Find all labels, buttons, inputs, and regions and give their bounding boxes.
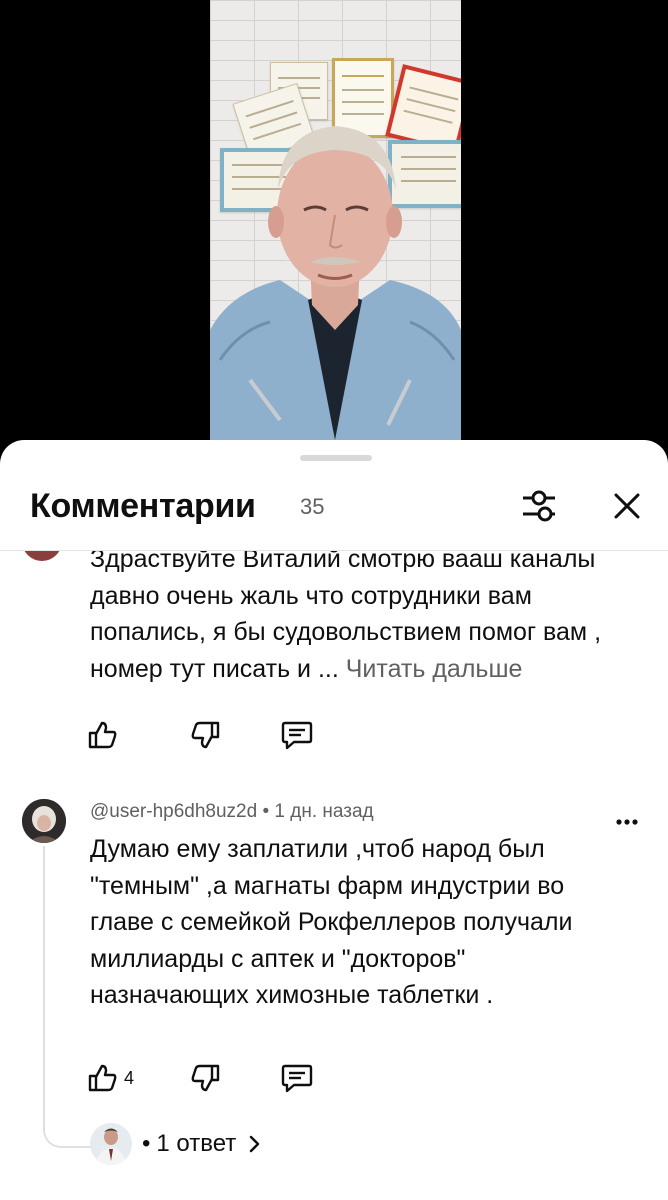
more-horizontal-icon (616, 819, 638, 825)
meta-separator: • (262, 801, 270, 822)
comment-author[interactable]: @user-hp6dh8uz2d (90, 801, 257, 822)
comments-header: Комментарии 35 (0, 470, 668, 550)
reply-button[interactable] (280, 715, 314, 755)
close-button[interactable] (603, 482, 651, 530)
comment-text: Здраствуйте Виталий смотрю вааш каналы д… (90, 551, 630, 687)
video-frame[interactable] (210, 0, 461, 450)
comment-time: 1 дн. назад (274, 801, 374, 822)
comments-sheet: Комментарии 35 Здраствуйте Виталий смотр… (0, 440, 668, 1200)
thumbs-down-icon (191, 1064, 220, 1092)
avatar[interactable] (22, 799, 66, 843)
read-more-link[interactable]: Читать дальше (346, 655, 523, 683)
comments-list[interactable]: Здраствуйте Виталий смотрю вааш каналы д… (0, 551, 668, 1200)
like-button[interactable] (86, 715, 124, 755)
filter-button[interactable] (515, 482, 563, 530)
replies-count-label: 1 ответ (156, 1130, 237, 1157)
speaker-person (210, 126, 461, 450)
reply-comment-icon (281, 1064, 313, 1093)
drag-handle[interactable] (300, 455, 372, 461)
comment-meta: @user-hp6dh8uz2d • 1 дн. назад (90, 799, 374, 825)
replies-dot: • (142, 1130, 151, 1157)
thumbs-up-icon (88, 721, 117, 749)
view-replies-link[interactable]: • 1 ответ (138, 1122, 264, 1166)
comments-count: 35 (300, 494, 325, 519)
thumbs-down-icon (191, 721, 220, 749)
reply-button[interactable] (280, 1058, 314, 1098)
comment-text: Думаю ему заплатили ,чтоб народ был "тем… (90, 835, 573, 1009)
like-button[interactable]: 4 (86, 1058, 134, 1098)
video-player[interactable] (0, 0, 668, 450)
avatar-image (22, 799, 66, 843)
like-count: 4 (124, 1067, 135, 1088)
comments-title: Комментарии (30, 487, 256, 525)
chevron-right-icon (250, 1135, 260, 1153)
thread-connector-line (43, 846, 93, 1148)
dislike-button[interactable] (190, 1058, 222, 1098)
reply-avatar[interactable] (90, 1123, 132, 1165)
reply-comment-icon (281, 721, 313, 750)
avatar[interactable] (22, 551, 62, 561)
sliders-icon (523, 490, 555, 522)
reply-avatar-image (90, 1123, 132, 1165)
close-icon (614, 493, 640, 519)
dislike-button[interactable] (190, 715, 222, 755)
